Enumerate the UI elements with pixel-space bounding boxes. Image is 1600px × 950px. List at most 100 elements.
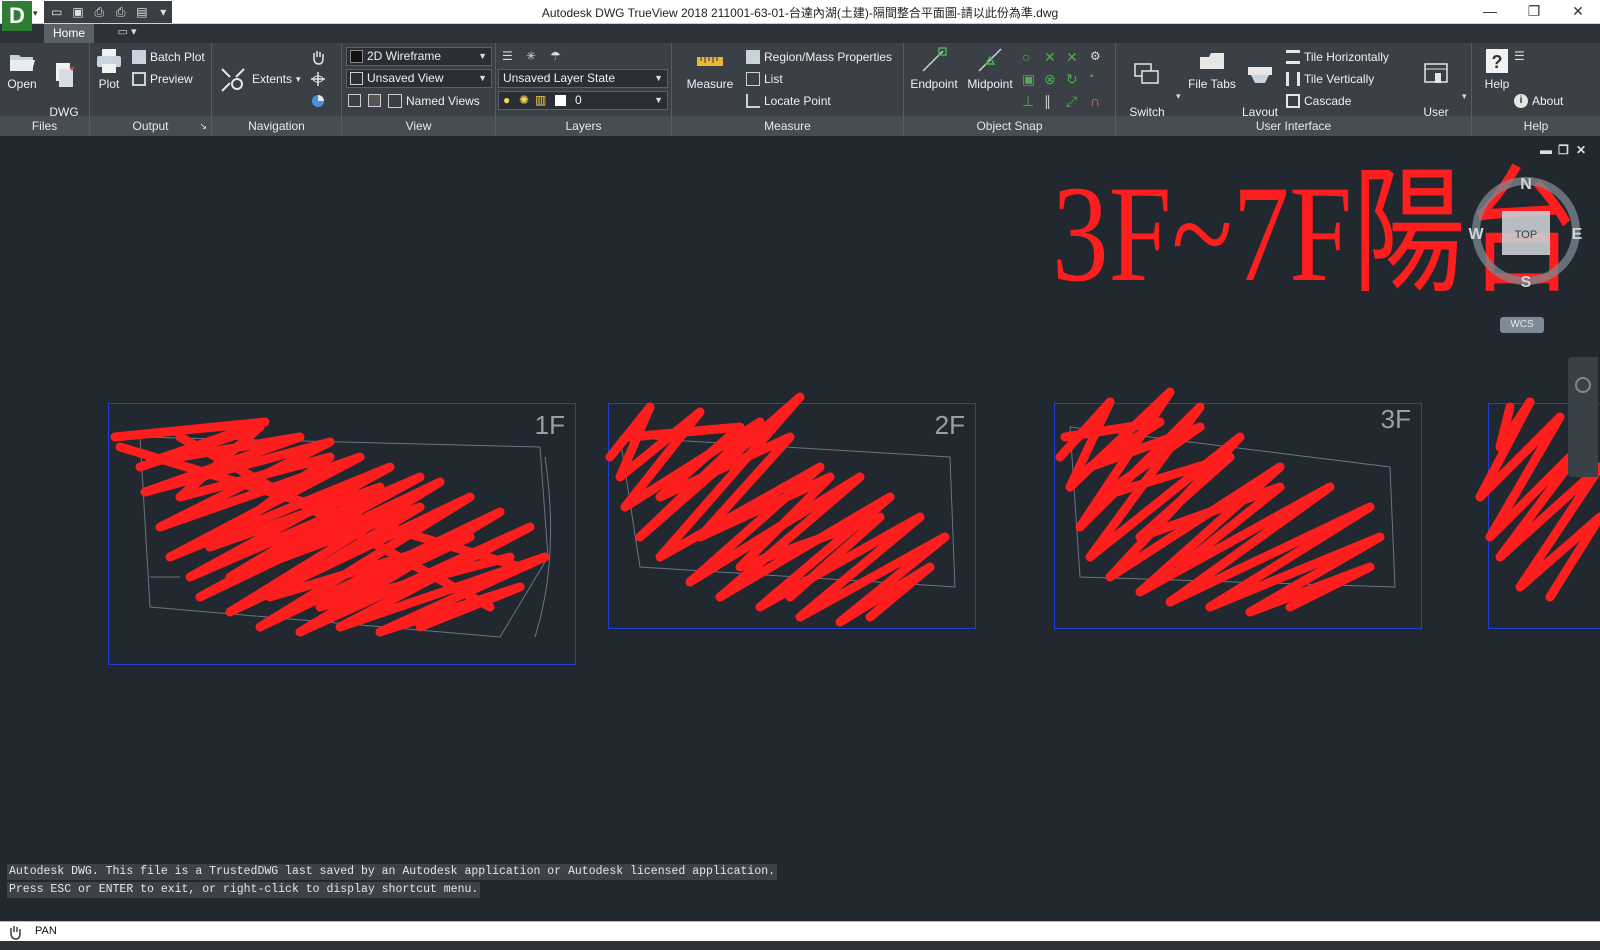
layer-properties-icon[interactable]: ☰ [502, 49, 518, 65]
preview-button[interactable]: Preview [132, 69, 193, 89]
pan-hand-icon[interactable] [310, 49, 326, 65]
intersection-snap-icon[interactable]: ✕ [1044, 49, 1060, 65]
snap-settings-icon[interactable]: ⚙ [1090, 49, 1106, 65]
drawing-viewport[interactable]: ▬ ❐ ✕ 1F 2F 3F 3F~7F陽台 TOP N S W E WCS A… [0, 137, 1600, 921]
orbit-icon[interactable] [310, 71, 326, 87]
batch-plot-button[interactable]: Batch Plot [132, 47, 205, 67]
list-icon [746, 72, 760, 86]
file-tabs-button[interactable]: File Tabs [1186, 47, 1238, 91]
info-icon: i [1514, 94, 1528, 108]
dialog-launcher-icon[interactable]: ↘ [199, 116, 207, 136]
viewcube-west[interactable]: W [1468, 226, 1484, 243]
showmotion-icon[interactable] [310, 93, 326, 109]
named-views-button[interactable]: Named Views [388, 91, 480, 111]
extents-icon [221, 68, 245, 92]
lightbulb-icon: ● [503, 93, 511, 107]
layout-tabs-icon [1248, 67, 1272, 83]
nearest-snap-icon[interactable]: ⊗ [1044, 71, 1060, 87]
cube-icon[interactable] [368, 94, 381, 107]
plot-button[interactable]: Plot [94, 47, 124, 91]
tile-horizontally-icon [1286, 50, 1300, 64]
restore-button[interactable]: ❐ [1512, 0, 1556, 24]
center-snap-icon[interactable]: ○ [1022, 49, 1038, 65]
locate-point-button[interactable]: Locate Point [746, 91, 831, 111]
extents-label: Extents [252, 72, 293, 86]
midpoint-icon [978, 48, 1002, 72]
tile-vertically-button[interactable]: Tile Vertically [1286, 69, 1374, 89]
layers-panel: ☰ ✳ ☂ Unsaved Layer State ▼ ● ✺ ▥ 0 ▼ Laye… [496, 43, 672, 136]
tile-horizontally-button[interactable]: Tile Horizontally [1286, 47, 1389, 67]
tab-home[interactable]: Home [44, 24, 94, 43]
viewcube[interactable]: TOP N S W E [1468, 173, 1584, 289]
help-button[interactable]: ? Help [1478, 47, 1516, 91]
learning-icon[interactable]: ☰ [1514, 49, 1530, 65]
layer-walk-icon[interactable]: ☂ [550, 49, 566, 65]
batch-plot-label: Batch Plot [150, 50, 205, 64]
command-history-line-1: Autodesk DWG. This file is a TrustedDWG … [7, 864, 778, 880]
viewcube-east[interactable]: E [1572, 226, 1583, 243]
chevron-down-icon: ▼ [478, 51, 487, 61]
named-views-icon [388, 94, 402, 108]
snap-magnet-icon[interactable]: ∩ [1090, 93, 1106, 109]
about-button[interactable]: i About [1514, 91, 1563, 111]
viewcube-north[interactable]: N [1520, 176, 1532, 193]
visual-style-dropdown[interactable]: 2D Wireframe ▼ [346, 47, 492, 66]
object-snap-panel-title: Object Snap [904, 116, 1115, 136]
file-tabs-icon [1200, 53, 1224, 69]
apparent-intersection-icon[interactable]: ✕ [1066, 49, 1082, 65]
quadrant-snap-icon[interactable]: • [1090, 71, 1106, 87]
open-label: Open [7, 77, 37, 91]
list-button[interactable]: List [746, 69, 783, 89]
files-panel: Open DWG Convert Files [0, 43, 90, 136]
switch-windows-icon [1134, 63, 1159, 84]
endpoint-snap-button[interactable]: Endpoint [906, 47, 962, 91]
extension-snap-icon[interactable]: ⤢ [1066, 93, 1082, 109]
viewcube-south[interactable]: S [1521, 274, 1532, 289]
measure-button[interactable]: Measure [682, 47, 738, 91]
ruler-icon [697, 57, 723, 66]
view-icon [350, 72, 363, 85]
minimize-button[interactable]: — [1468, 0, 1512, 24]
files-panel-title: Files [0, 116, 89, 136]
chevron-down-icon: ▼ [654, 73, 663, 83]
application-menu-button[interactable]: D [2, 1, 32, 31]
node-snap-icon[interactable]: ▣ [1022, 71, 1038, 87]
navigation-panel: Extents ▾ Navigation [212, 43, 342, 136]
help-panel: ? Help ☰ i About Help [1472, 43, 1600, 136]
perpendicular-snap-icon[interactable]: ⊥ [1022, 93, 1038, 109]
wcs-menu[interactable]: WCS [1500, 317, 1544, 333]
folder-open-icon [10, 55, 35, 71]
region-mass-properties-button[interactable]: Region/Mass Properties [746, 47, 892, 67]
steering-wheel-icon[interactable] [1575, 377, 1591, 393]
navigation-bar[interactable] [1568, 357, 1598, 477]
tangent-snap-icon[interactable]: ↻ [1066, 71, 1082, 87]
open-button[interactable]: Open [4, 47, 40, 91]
viewport-icon[interactable] [348, 94, 361, 107]
layers-panel-title: Layers [496, 116, 671, 136]
svg-text:?: ? [1492, 52, 1503, 72]
chevron-down-icon: ▾ [33, 8, 38, 18]
printer-icon [97, 49, 121, 73]
preview-icon [132, 72, 146, 86]
help-icon: ? [1486, 49, 1508, 73]
extents-button[interactable]: Extents ▾ [252, 69, 301, 89]
current-layer-dropdown[interactable]: ● ✺ ▥ 0 ▼ [498, 91, 668, 110]
cascade-button[interactable]: Cascade [1286, 91, 1351, 111]
region-mass-icon [746, 50, 760, 64]
saved-view-dropdown[interactable]: Unsaved View ▼ [346, 69, 492, 88]
midpoint-snap-button[interactable]: Midpoint [962, 47, 1018, 91]
lock-icon: ▥ [535, 93, 547, 107]
dwg-convert-icon [56, 63, 75, 87]
user-interface-panel-title: User Interface [1116, 116, 1471, 136]
layer-state-dropdown[interactable]: Unsaved Layer State ▼ [498, 69, 668, 88]
command-line[interactable]: PAN [0, 921, 1600, 941]
workspace-icon[interactable]: ▭ ▾ [112, 25, 142, 42]
tile-vertically-icon [1286, 72, 1300, 86]
dwg-trueview-window: ▭ ▣ ⎙ ⎙ ▤ ▾ Autodesk DWG TrueView 2018 2… [0, 0, 1600, 950]
chevron-down-icon: ▾ [1462, 91, 1467, 101]
viewcube-top-face[interactable]: TOP [1515, 229, 1537, 241]
close-button[interactable]: ✕ [1556, 0, 1600, 24]
layer-state-icon[interactable]: ✳ [526, 49, 542, 65]
help-panel-title: Help [1472, 116, 1600, 136]
parallel-snap-icon[interactable]: ∥ [1044, 93, 1060, 109]
